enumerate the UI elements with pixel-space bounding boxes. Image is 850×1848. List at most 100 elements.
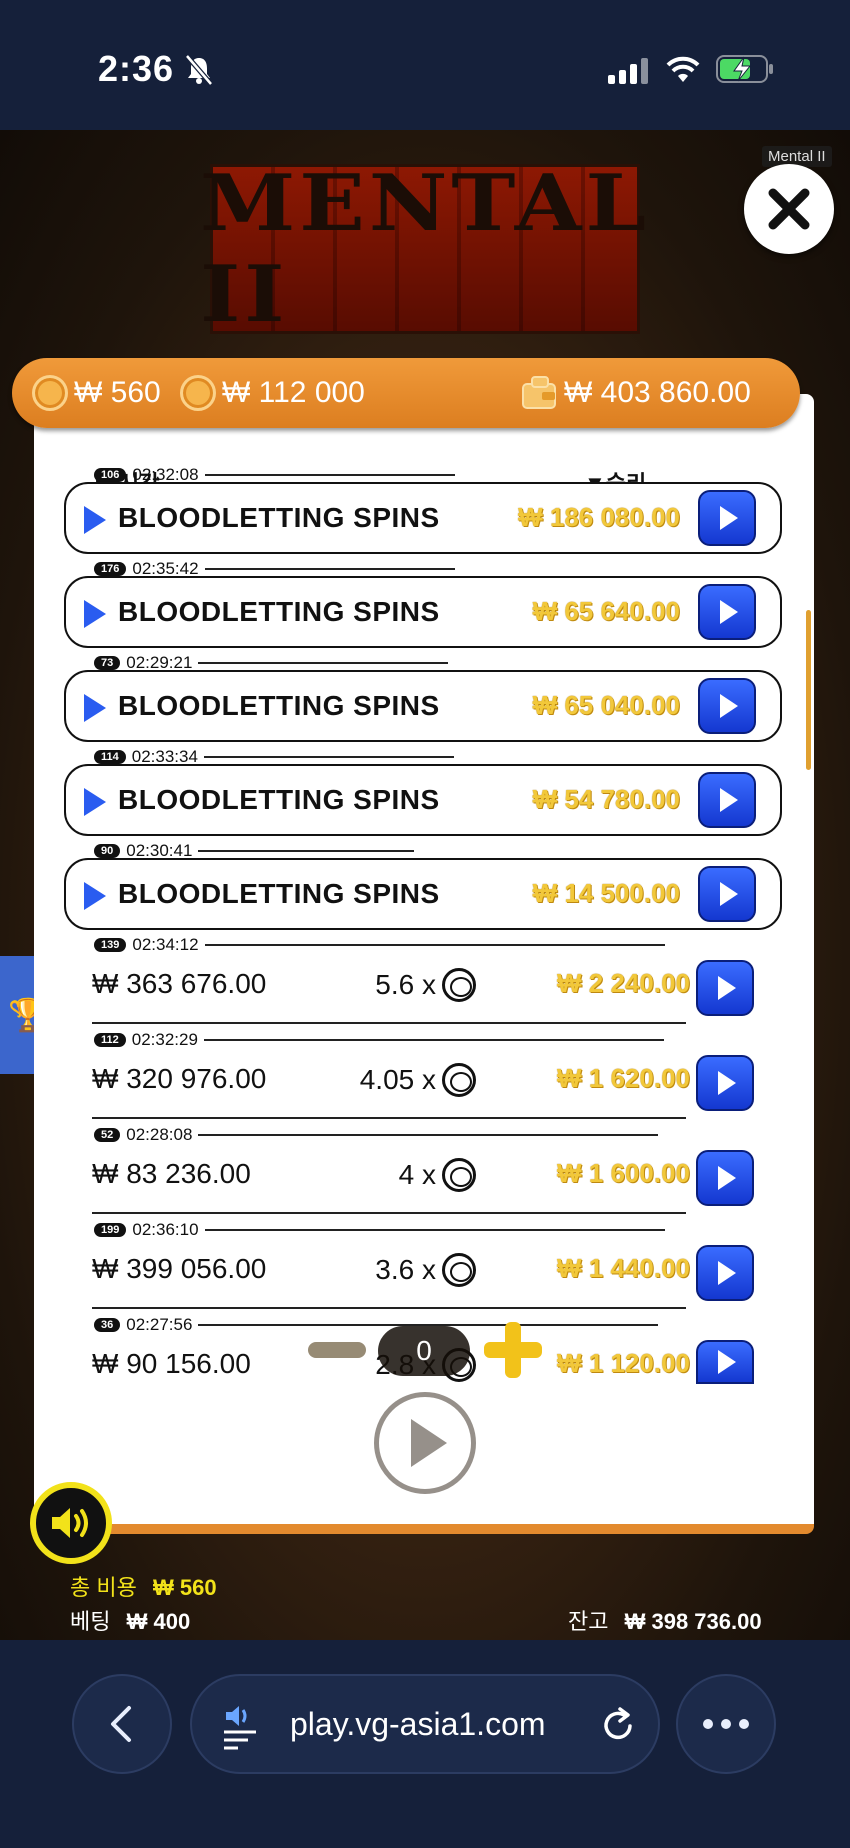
replay-button[interactable]	[698, 678, 756, 734]
history-row[interactable]: 112 02:32:29 ₩ 320 976.00 4.05 x ₩ 1 620.00	[92, 1029, 690, 1121]
replay-button[interactable]	[696, 1340, 754, 1384]
wallet-icon	[522, 376, 556, 409]
play-icon	[720, 694, 738, 718]
panel-header: ₩ 560 ₩ 112 000 ₩ 403 860.00	[12, 358, 800, 428]
row-divider	[92, 1212, 686, 1214]
win-amount: ₩ 2 240.00	[557, 968, 690, 998]
close-button[interactable]	[744, 164, 834, 254]
history-row[interactable]: 139 02:34:12 ₩ 363 676.00 5.6 x ₩ 2 240.00	[92, 934, 690, 1026]
balance-info: 잔고 ₩ 398 736.00	[568, 1604, 762, 1636]
replay-button[interactable]	[696, 1055, 754, 1111]
play-icon	[411, 1419, 447, 1467]
play-icon	[720, 882, 738, 906]
row-time-text: 02:28:08	[126, 1125, 193, 1144]
bell-muted-icon	[185, 54, 213, 86]
replay-button[interactable]	[696, 1245, 754, 1301]
scrollbar[interactable]	[806, 610, 811, 770]
bet-value: ₩ 400	[126, 1609, 191, 1634]
replay-button[interactable]	[698, 772, 756, 828]
play-triangle-icon	[84, 788, 106, 816]
win-amount: ₩ 54 780.00	[532, 784, 680, 814]
history-row-bonus[interactable]: BLOODLETTING SPINS ₩ 186 080.00	[64, 482, 782, 554]
play-icon	[718, 1350, 736, 1374]
more-icon	[703, 1719, 749, 1729]
coin-icon	[442, 1158, 476, 1192]
win-amount: ₩ 1 620.00	[557, 1063, 690, 1093]
bet-label: 베팅	[70, 1609, 111, 1634]
wallet-value: ₩ 403 860.00	[564, 376, 751, 409]
total-coin-value: ₩ 112 000	[222, 376, 365, 409]
win-amount: ₩ 1 120.00	[557, 1348, 690, 1378]
back-button[interactable]	[72, 1674, 172, 1774]
speaker-icon	[52, 1508, 88, 1538]
address-bar[interactable]: play.vg-asia1.com	[190, 1674, 660, 1774]
multiplier-text: 3.6 x	[375, 1254, 436, 1285]
spin-count-badge: 139	[94, 938, 127, 952]
total-cost-value: ₩ 560	[152, 1575, 217, 1600]
play-icon	[718, 1071, 736, 1095]
row-divider	[204, 944, 665, 946]
spin-count-badge: 52	[94, 1128, 121, 1142]
multiplier: 5.6 x	[375, 968, 476, 1002]
sound-button[interactable]	[30, 1482, 112, 1564]
multiplier: 4.05 x	[360, 1063, 476, 1097]
replay-button[interactable]	[698, 584, 756, 640]
bet-amount: ₩ 363 676.00	[92, 968, 267, 999]
row-divider	[204, 474, 455, 476]
row-timestamp: 199 02:36:10	[94, 1219, 665, 1241]
bet-level-display: 0	[378, 1326, 470, 1376]
spin-count-badge: 36	[94, 1318, 121, 1332]
spin-count-badge: 90	[94, 844, 121, 858]
close-icon	[768, 188, 810, 230]
row-divider	[198, 850, 415, 852]
history-row-bonus[interactable]: BLOODLETTING SPINS ₩ 14 500.00	[64, 858, 782, 930]
multiplier-text: 4 x	[398, 1159, 436, 1190]
replay-button[interactable]	[698, 490, 756, 546]
game-logo: MENTAL II	[200, 158, 646, 340]
multiplier-text: 5.6 x	[375, 969, 436, 1000]
row-time-text: 02:32:29	[131, 1030, 198, 1049]
bet-amount: ₩ 90 156.00	[92, 1348, 251, 1379]
play-icon	[720, 788, 738, 812]
row-divider	[92, 1307, 686, 1309]
bet-coin-group: ₩ 560	[32, 358, 161, 428]
bonus-title: BLOODLETTING SPINS	[118, 784, 440, 815]
more-button[interactable]	[676, 1674, 776, 1774]
cell-signal-icon	[608, 58, 648, 84]
win-amount: ₩ 186 080.00	[518, 502, 680, 532]
replay-button[interactable]	[696, 1150, 754, 1206]
spin-button[interactable]	[374, 1392, 476, 1494]
row-timestamp: 139 02:34:12	[94, 934, 665, 956]
game-logo-text: MENTAL II	[200, 158, 650, 340]
status-bar: 2:36	[0, 0, 850, 130]
history-row[interactable]: 199 02:36:10 ₩ 399 056.00 3.6 x ₩ 1 440.00	[92, 1219, 690, 1311]
bet-info: 베팅 ₩ 400	[70, 1604, 190, 1636]
replay-button[interactable]	[696, 960, 754, 1016]
win-amount: ₩ 65 640.00	[532, 596, 680, 626]
play-triangle-icon	[84, 506, 106, 534]
reload-icon[interactable]	[600, 1706, 638, 1746]
row-divider	[198, 662, 449, 664]
wifi-icon	[666, 56, 700, 82]
row-divider	[203, 756, 454, 758]
coin-icon	[442, 968, 476, 1002]
history-row[interactable]: 52 02:28:08 ₩ 83 236.00 4 x ₩ 1 600.00	[92, 1124, 690, 1216]
row-divider	[203, 1039, 664, 1041]
bonus-title: BLOODLETTING SPINS	[118, 690, 440, 721]
coin-icon	[442, 1063, 476, 1097]
replay-button[interactable]	[698, 866, 756, 922]
bonus-title: BLOODLETTING SPINS	[118, 878, 440, 909]
history-row-bonus[interactable]: BLOODLETTING SPINS ₩ 54 780.00	[64, 764, 782, 836]
row-divider	[204, 568, 455, 570]
row-divider	[204, 1229, 665, 1231]
spin-count-badge: 73	[94, 656, 121, 670]
status-time: 2:36	[98, 48, 175, 89]
history-row-bonus[interactable]: BLOODLETTING SPINS ₩ 65 640.00	[64, 576, 782, 648]
spin-count-badge: 176	[94, 562, 127, 576]
battery-charging-icon	[716, 55, 773, 83]
history-row-bonus[interactable]: BLOODLETTING SPINS ₩ 65 040.00	[64, 670, 782, 742]
bet-amount: ₩ 320 976.00	[92, 1063, 267, 1094]
total-cost: 총 비용 ₩ 560	[70, 1570, 217, 1602]
decrease-bet-button[interactable]	[308, 1342, 366, 1358]
play-icon	[718, 976, 736, 1000]
